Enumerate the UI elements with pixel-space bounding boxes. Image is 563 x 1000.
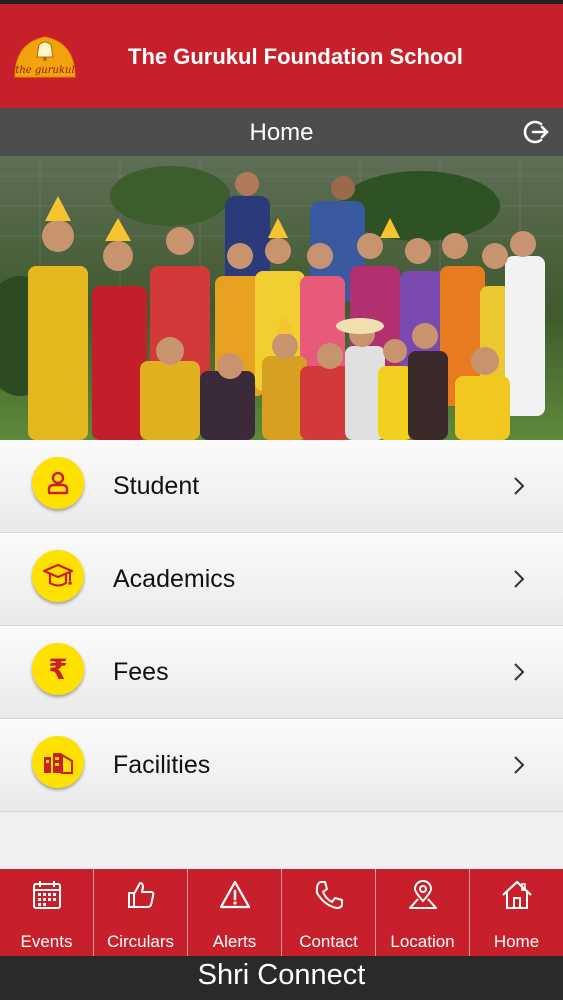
chevron-right-icon <box>514 570 525 588</box>
menu-item-facilities[interactable]: Facilities <box>0 719 563 812</box>
tab-contact[interactable]: Contact <box>282 869 376 956</box>
rupee-icon: ₹ <box>32 643 84 695</box>
main-menu: Student Academics ₹ Fees Facilities <box>0 440 563 812</box>
nav-bar: Home <box>0 108 563 156</box>
map-pin-icon <box>408 880 437 909</box>
menu-item-student[interactable]: Student <box>0 440 563 533</box>
school-name: The Gurukul Foundation School <box>128 44 463 69</box>
page-title: Home <box>249 119 314 146</box>
tab-location[interactable]: Location <box>376 869 470 956</box>
menu-item-academics[interactable]: Academics <box>0 533 563 626</box>
footer-brand: Shri Connect <box>0 956 563 1000</box>
building-icon <box>32 736 84 788</box>
menu-label-facilities: Facilities <box>113 751 211 779</box>
menu-label-fees: Fees <box>113 658 169 686</box>
tab-label-location: Location <box>390 932 455 951</box>
phone-icon <box>315 881 343 909</box>
student-icon <box>32 457 84 509</box>
calendar-icon <box>32 881 61 909</box>
chevron-right-icon <box>514 477 525 495</box>
chevron-right-icon <box>514 663 525 681</box>
tab-events[interactable]: Events <box>0 869 94 956</box>
thumbs-up-icon <box>127 882 154 908</box>
bottom-tab-bar: Events Circulars Alerts Contact Location <box>0 869 563 956</box>
chevron-right-icon <box>514 756 525 774</box>
app-header: the gurukul The Gurukul Foundation Schoo… <box>0 4 563 108</box>
tab-home[interactable]: Home <box>470 869 563 956</box>
tab-circulars[interactable]: Circulars <box>94 869 188 956</box>
menu-label-student: Student <box>113 472 200 500</box>
tab-label-circulars: Circulars <box>106 932 175 951</box>
tab-alerts[interactable]: Alerts <box>188 869 282 956</box>
logout-icon[interactable] <box>523 119 549 145</box>
banner-photo <box>0 156 563 440</box>
tab-label-alerts: Alerts <box>212 932 257 951</box>
menu-label-academics: Academics <box>113 565 236 593</box>
warning-icon <box>219 880 250 909</box>
school-logo: the gurukul <box>14 36 76 78</box>
menu-item-fees[interactable]: ₹ Fees <box>0 626 563 719</box>
tab-label-events: Events <box>20 932 73 951</box>
logo-text: the gurukul <box>15 65 74 76</box>
tab-label-home: Home <box>493 932 540 951</box>
house-icon <box>501 880 532 909</box>
tab-label-contact: Contact <box>299 932 358 951</box>
graduation-cap-icon <box>32 550 84 602</box>
